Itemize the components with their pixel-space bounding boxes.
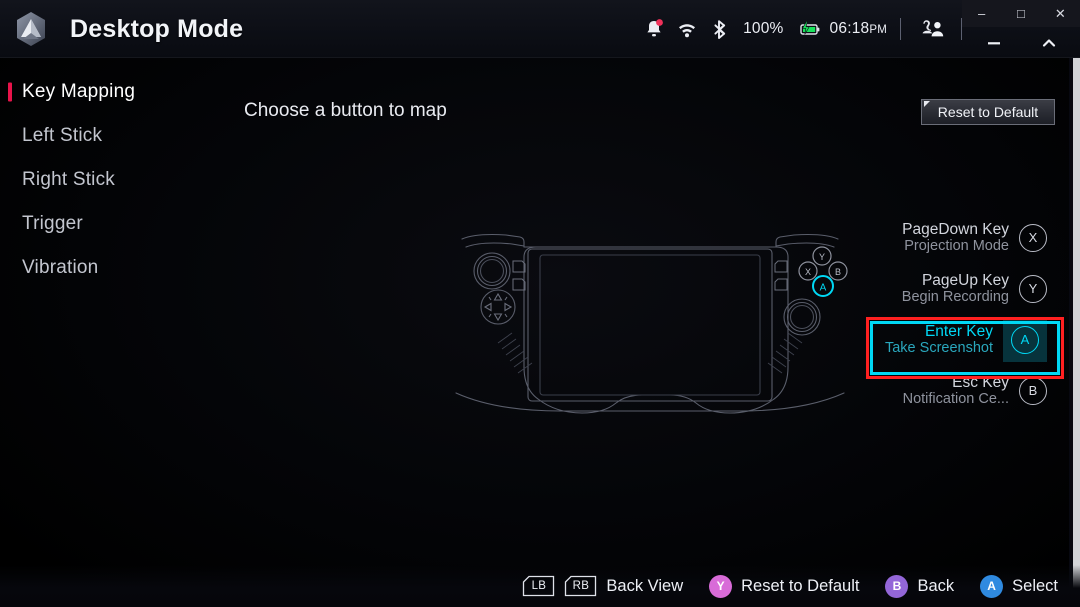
sidebar-item-label: Vibration xyxy=(22,257,99,278)
page-title: Desktop Mode xyxy=(70,14,244,43)
controller-a-button-label: A xyxy=(820,283,827,294)
chevron-up-icon[interactable] xyxy=(1027,27,1071,58)
key-row-text: Enter Key Take Screenshot xyxy=(885,323,993,357)
window-controls-secondary xyxy=(966,27,1076,58)
rb-label: RB xyxy=(572,580,590,592)
key-row-text: Esc Key Notification Ce... xyxy=(903,374,1009,408)
sidebar-item-right-stick[interactable]: Right Stick xyxy=(0,158,210,202)
svg-text:X: X xyxy=(805,267,811,277)
action-label: Projection Mode xyxy=(904,238,1009,255)
hexagon-logo-icon xyxy=(14,10,48,48)
reset-to-default-label: Reset to Default xyxy=(937,104,1039,120)
action-reset-to-default[interactable]: Y Reset to Default xyxy=(709,574,860,598)
focus-caret-icon xyxy=(924,101,930,107)
sidebar-item-key-mapping[interactable]: Key Mapping xyxy=(0,70,210,114)
sidebar-item-label: Trigger xyxy=(22,213,83,234)
table-row[interactable]: PageUp Key Begin Recording Y xyxy=(850,263,1065,314)
key-label: Enter Key xyxy=(924,322,993,340)
gamepad-button-y-icon[interactable]: Y xyxy=(709,574,733,598)
key-row-text: PageUp Key Begin Recording xyxy=(902,272,1009,306)
back-view-label: Back View xyxy=(606,576,684,595)
window-controls: – □ ✕ xyxy=(962,0,1080,27)
gamepad-button-x-icon[interactable]: X xyxy=(1019,223,1047,252)
reset-to-default-label: Reset to Default xyxy=(741,576,860,595)
gamepad-button-a-icon[interactable]: A xyxy=(980,574,1004,598)
action-label: Take Screenshot xyxy=(884,340,993,357)
back-label: Back xyxy=(917,576,955,595)
gamepad-button-a-highlight[interactable]: A xyxy=(1003,317,1047,362)
gamepad-button-b-icon[interactable]: B xyxy=(885,574,909,598)
user-account-icon[interactable] xyxy=(914,17,948,41)
action-back[interactable]: B Back xyxy=(885,574,955,598)
minimize-button[interactable]: – xyxy=(963,0,1001,27)
sidebar-item-label: Key Mapping xyxy=(22,81,136,102)
svg-text:Y: Y xyxy=(819,252,825,262)
sidebar-item-left-stick[interactable]: Left Stick xyxy=(0,114,210,158)
title-bar: Desktop Mode 100% 06:18PM – □ ✕ xyxy=(0,0,1080,58)
sidebar-item-trigger[interactable]: Trigger xyxy=(0,202,210,246)
key-label: PageDown Key xyxy=(902,220,1009,238)
key-label: PageUp Key xyxy=(921,271,1009,289)
gamepad-button-y-icon[interactable]: Y xyxy=(1019,274,1047,303)
svg-text:B: B xyxy=(835,267,841,277)
status-divider xyxy=(900,18,901,40)
battery-charging-icon xyxy=(797,18,819,40)
key-label: Esc Key xyxy=(952,373,1009,391)
table-row-selected[interactable]: Enter Key Take Screenshot A xyxy=(850,314,1065,365)
sidebar-item-label: Left Stick xyxy=(22,125,103,146)
table-row[interactable]: PageDown Key Projection Mode X xyxy=(850,212,1065,263)
gamepad-button-a-icon[interactable]: A xyxy=(1011,325,1039,354)
clock: 06:18PM xyxy=(829,20,887,37)
action-label: Notification Ce... xyxy=(902,391,1009,408)
sidebar-item-label: Right Stick xyxy=(22,169,116,190)
handheld-gamepad-outline-icon: Y X B A xyxy=(440,225,860,425)
bluetooth-icon[interactable] xyxy=(710,18,730,40)
select-label: Select xyxy=(1012,576,1058,595)
lb-label: LB xyxy=(531,580,547,592)
action-label: Begin Recording xyxy=(901,289,1009,306)
key-row-text: PageDown Key Projection Mode xyxy=(902,221,1009,255)
active-indicator-bar xyxy=(8,82,12,102)
wifi-icon[interactable] xyxy=(677,18,697,40)
shoulder-button-rb-icon[interactable]: RB xyxy=(564,575,597,597)
key-mapping-list: PageDown Key Projection Mode X PageUp Ke… xyxy=(850,212,1065,416)
minimize-button-secondary[interactable] xyxy=(972,27,1016,58)
action-back-view[interactable]: LB RB Back View xyxy=(522,575,683,597)
system-status-cluster: 100% 06:18PM xyxy=(644,0,962,58)
bell-icon[interactable] xyxy=(644,18,664,40)
table-row[interactable]: Esc Key Notification Ce... B xyxy=(850,365,1065,416)
sidebar-item-vibration[interactable]: Vibration xyxy=(0,246,210,290)
reset-to-default-button[interactable]: Reset to Default xyxy=(921,99,1055,125)
shoulder-button-lb-icon[interactable]: LB xyxy=(522,575,555,597)
instruction-text: Choose a button to map xyxy=(244,100,447,121)
bottom-action-bar: LB RB Back View Y Reset to Default B Bac… xyxy=(0,565,1080,607)
window-scrollbar-edge[interactable] xyxy=(1073,58,1080,599)
maximize-button[interactable]: □ xyxy=(1002,0,1040,27)
action-select[interactable]: A Select xyxy=(980,574,1058,598)
sidebar: Key Mapping Left Stick Right Stick Trigg… xyxy=(0,70,210,290)
close-button[interactable]: ✕ xyxy=(1041,0,1079,27)
gamepad-button-b-icon[interactable]: B xyxy=(1019,376,1047,405)
battery-percent-label: 100% xyxy=(743,20,784,37)
desktop-mode-window: Desktop Mode 100% 06:18PM – □ ✕ Key Mapp… xyxy=(0,0,1080,607)
